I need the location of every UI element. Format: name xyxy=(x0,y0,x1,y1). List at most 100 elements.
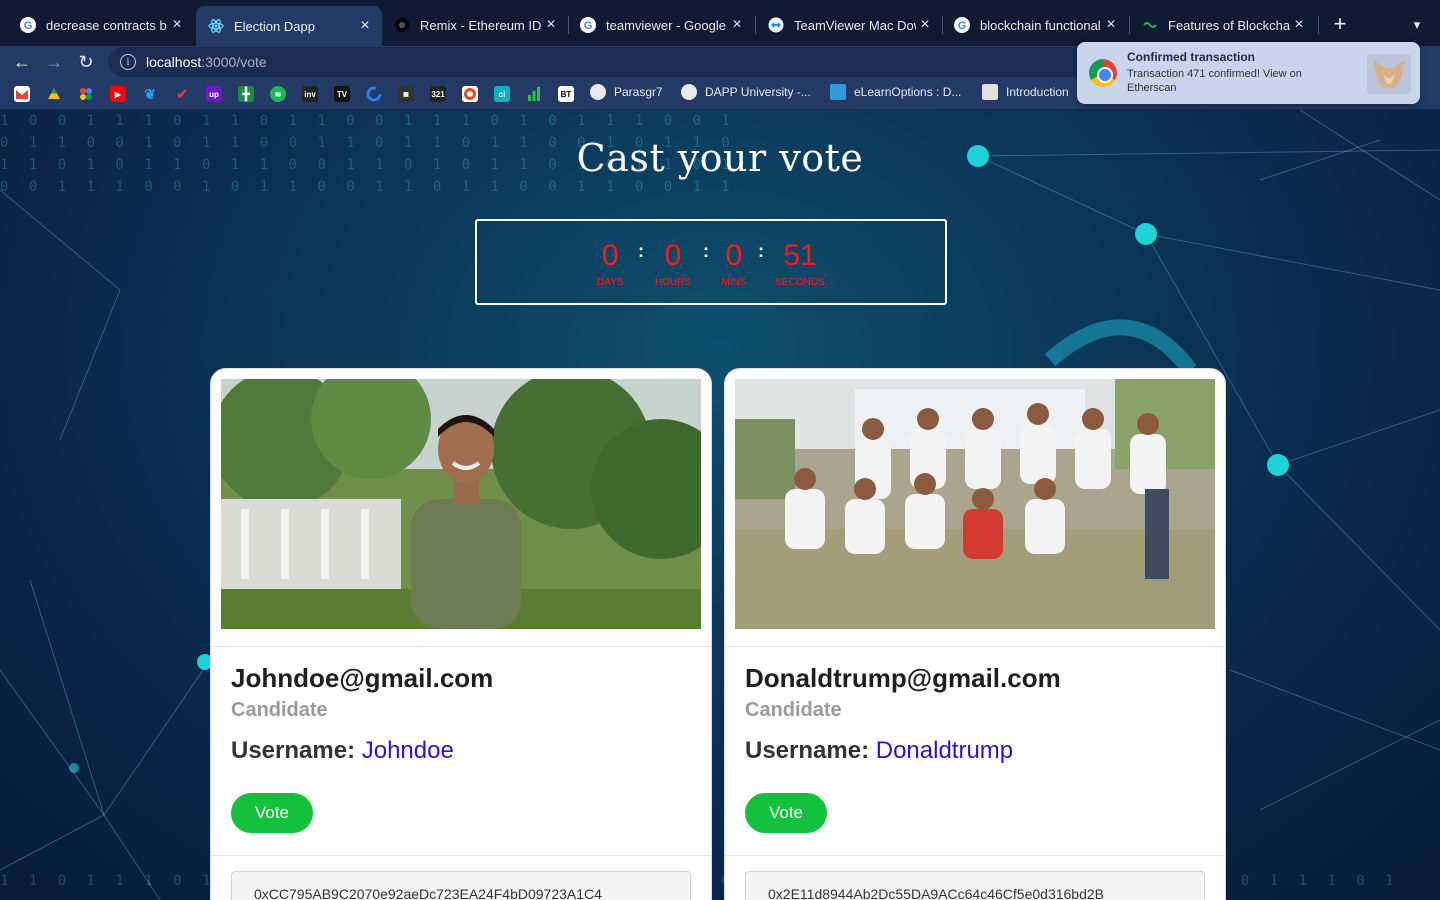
timer-hours-label: HOURS xyxy=(654,277,692,288)
tab-title: decrease contracts b xyxy=(46,17,167,33)
timer-colon: : xyxy=(638,241,644,261)
app-icon[interactable]: 321 xyxy=(430,86,446,102)
countdown-timer: 0 DAYS : 0 HOURS : 0 MINS : 51 SECONDS xyxy=(475,219,947,305)
upwork-icon[interactable]: up xyxy=(206,86,222,102)
candidate-address-field[interactable]: 0xCC795AB9C2070e92aeDc723EA24F4bD09723A1… xyxy=(231,871,691,900)
tab-decrease-contracts[interactable]: G decrease contracts b × xyxy=(8,8,194,42)
close-icon[interactable]: × xyxy=(728,16,746,34)
bookmark-label: eLearnOptions : D... xyxy=(854,85,962,99)
blockchain-icon xyxy=(1142,17,1158,33)
reload-icon[interactable]: ↻ xyxy=(74,50,98,74)
tab-title: TeamViewer Mac Dow xyxy=(794,17,916,33)
youtube-icon[interactable]: ▶ xyxy=(110,86,126,102)
tab-features-blockchain[interactable]: Features of Blockchai × xyxy=(1130,8,1316,42)
tab-search-chevron-icon[interactable]: ▾ xyxy=(1406,14,1428,36)
vote-page: 1 0 0 1 1 1 0 1 1 0 1 1 0 0 1 1 1 0 1 0 … xyxy=(0,110,1440,900)
bookmark-label: Parasgr7 xyxy=(614,85,663,99)
bookmark-parasgr7[interactable]: Parasgr7 xyxy=(590,84,663,100)
new-tab-plus-icon[interactable]: + xyxy=(1328,11,1352,36)
remix-icon xyxy=(394,17,410,33)
username-value: Donaldtrump xyxy=(875,737,1014,764)
browser-tab-strip: G decrease contracts b × Election Dapp ×… xyxy=(0,0,1440,46)
bt-icon[interactable]: BT xyxy=(558,86,574,102)
card-divider xyxy=(725,855,1225,856)
candidate-role: Candidate xyxy=(231,699,328,721)
notification-title: Confirmed transaction xyxy=(1127,50,1256,64)
svg-text:G: G xyxy=(24,20,33,32)
transaction-notification[interactable]: Confirmed transaction Transaction 471 co… xyxy=(1077,42,1420,104)
username-label: Username: xyxy=(231,737,362,764)
ci-icon[interactable]: ci xyxy=(494,86,510,102)
close-icon[interactable]: × xyxy=(1290,16,1308,34)
teamviewer-icon xyxy=(768,17,784,33)
twitter-icon[interactable]: ❦ xyxy=(142,86,158,102)
tab-teamviewer-mac[interactable]: TeamViewer Mac Dow × xyxy=(756,8,942,42)
bookmark-elearnoptions[interactable]: eLearnOptions : D... xyxy=(830,84,961,100)
tradingview-icon[interactable]: TV xyxy=(334,86,350,102)
close-icon[interactable]: × xyxy=(168,16,186,34)
timer-days-value: 0 xyxy=(601,239,619,272)
elearn-icon xyxy=(830,84,846,100)
page-title: Cast your vote xyxy=(576,136,864,180)
candidate-username: Username: Donaldtrump xyxy=(745,737,1013,765)
tab-title: blockchain functional xyxy=(980,17,1101,33)
candidate-photo xyxy=(735,379,1215,629)
tab-separator xyxy=(942,16,943,34)
google-icon: G xyxy=(954,17,970,33)
bookmark-introduction[interactable]: Introduction xyxy=(982,84,1069,100)
username-label: Username: xyxy=(745,737,876,764)
target-icon[interactable] xyxy=(462,86,478,102)
bookmark-label: DAPP University -... xyxy=(705,85,811,99)
google-drive-icon[interactable] xyxy=(46,86,62,102)
investing-icon[interactable]: inv xyxy=(302,86,318,102)
close-icon[interactable]: × xyxy=(1102,16,1120,34)
vote-button[interactable]: Vote xyxy=(745,793,827,833)
google-photos-icon[interactable] xyxy=(78,86,94,102)
bar-chart-icon[interactable] xyxy=(526,86,542,102)
tab-title: Election Dapp xyxy=(234,18,315,34)
tab-remix[interactable]: Remix - Ethereum IDE × xyxy=(382,8,568,42)
back-arrow-icon[interactable]: ← xyxy=(10,50,34,74)
bookmark-dapp-university[interactable]: DAPP University -... xyxy=(681,84,811,100)
timer-mins-label: MINS xyxy=(721,277,747,288)
spotify-icon[interactable]: ≋ xyxy=(270,86,286,102)
close-icon[interactable]: × xyxy=(356,17,374,35)
tab-separator xyxy=(568,16,569,34)
timer-seconds: 51 SECONDS xyxy=(773,237,827,288)
tab-separator xyxy=(1318,16,1319,34)
metamask-fox-icon xyxy=(1367,54,1411,94)
timer-colon: : xyxy=(703,241,709,261)
github-icon xyxy=(590,84,606,100)
forward-arrow-icon[interactable]: → xyxy=(42,50,66,74)
tab-title: teamviewer - Google xyxy=(606,17,726,33)
site-info-icon[interactable]: i xyxy=(120,54,136,70)
url-path: :3000/vote xyxy=(201,54,267,70)
vote-button[interactable]: Vote xyxy=(231,793,313,833)
loading-circle-icon[interactable] xyxy=(366,86,382,102)
card-divider xyxy=(211,646,711,647)
candidate-photo xyxy=(221,379,701,629)
tally-icon[interactable]: ╋ xyxy=(238,86,254,102)
tab-title: Remix - Ethereum IDE xyxy=(420,17,542,33)
close-icon[interactable]: × xyxy=(542,16,560,34)
timer-days: 0 DAYS xyxy=(597,237,624,288)
gmail-icon[interactable] xyxy=(14,86,30,102)
timer-hours: 0 HOURS xyxy=(653,237,693,288)
tab-separator xyxy=(755,16,756,34)
candidate-card: Johndoe@gmail.com Candidate Username: Jo… xyxy=(210,368,712,900)
timer-seconds-label: SECONDS xyxy=(775,277,825,288)
timer-days-label: DAYS xyxy=(597,277,624,288)
svg-text:G: G xyxy=(584,20,593,32)
checkmark-icon[interactable]: ✔ xyxy=(174,86,190,102)
tab-teamviewer-google[interactable]: G teamviewer - Google × xyxy=(568,8,754,42)
close-icon[interactable]: × xyxy=(916,16,934,34)
tab-blockchain-functional[interactable]: G blockchain functional × xyxy=(942,8,1128,42)
candidate-email: Donaldtrump@gmail.com xyxy=(745,663,1061,693)
timer-seconds-value: 51 xyxy=(783,239,817,272)
timer-mins-value: 0 xyxy=(725,239,743,272)
tab-title: Features of Blockchai xyxy=(1168,17,1290,33)
tab-election-dapp[interactable]: Election Dapp × xyxy=(196,6,382,46)
candidate-address-field[interactable]: 0x2E11d8944Ab2Dc55DA9ACc64c46Cf5e0d316bd… xyxy=(745,871,1205,900)
app-icon[interactable]: ▦ xyxy=(398,86,414,102)
github-icon xyxy=(681,84,697,100)
